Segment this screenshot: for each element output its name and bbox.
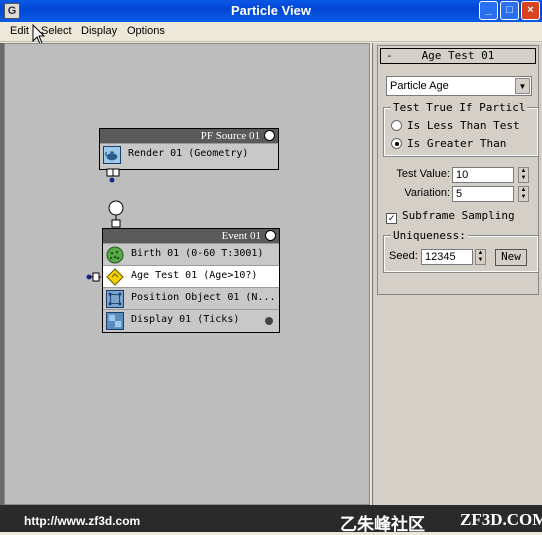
display-icon <box>106 312 124 330</box>
subframe-label: Subframe Sampling <box>402 209 515 222</box>
test-type-value: Particle Age <box>390 80 449 92</box>
age-test-rollout: - Age Test 01 Particle Age ▼ Test True I… <box>377 45 539 295</box>
radio-greater-than-label: Is Greater Than <box>407 137 507 150</box>
pf-source-title-text: PF Source 01 <box>200 130 260 142</box>
menu-bar: Edit Select Display Options <box>0 22 542 42</box>
menu-edit[interactable]: Edit <box>10 25 29 37</box>
maximize-button[interactable]: □ <box>500 1 519 20</box>
footer-brand-en: ZF3D.COM <box>460 510 542 529</box>
minimize-button[interactable]: _ <box>479 1 498 20</box>
title-bar[interactable]: G Particle View _ □ × <box>0 0 542 22</box>
operator-label-position-object: Position Object 01 (N... <box>131 292 276 303</box>
uniqueness-group: Uniqueness: Seed: 12345 ▲ ▼ New <box>383 229 539 273</box>
operator-row-position-object[interactable]: Position Object 01 (N... <box>103 287 279 309</box>
test-true-legend: Test True If Particl <box>391 101 528 114</box>
rollout-title: Age Test 01 <box>421 49 495 62</box>
operator-row-birth[interactable]: Birth 01 (0-60 T:3001) <box>103 243 279 265</box>
uniqueness-legend: Uniqueness: <box>391 229 468 242</box>
variation-field[interactable]: 5 <box>452 186 514 202</box>
pf-source-node[interactable]: PF Source 01 Render 01 (Geometry) <box>99 128 279 170</box>
radio-greater-than[interactable]: Is Greater Than <box>391 137 506 150</box>
radio-less-than-label: Is Less Than Test <box>407 119 520 132</box>
render-teapot-icon <box>103 146 121 164</box>
seed-label: Seed: <box>389 250 418 262</box>
operator-row-age-test[interactable]: Age Test 01 (Age>10?) <box>103 265 279 287</box>
rollout-header[interactable]: - Age Test 01 <box>380 48 536 64</box>
operator-row-display[interactable]: Display 01 (Ticks) <box>103 309 279 331</box>
lightbulb-icon[interactable] <box>265 230 276 241</box>
seed-field[interactable]: 12345 <box>421 249 473 265</box>
position-object-icon <box>106 290 124 308</box>
chevron-down-icon[interactable]: ▼ <box>515 78 530 94</box>
variation-spinner-arrows[interactable]: ▲ ▼ <box>518 186 529 202</box>
menu-display[interactable]: Display <box>81 25 117 37</box>
operator-label-display: Display 01 (Ticks) <box>131 314 240 325</box>
event-node[interactable]: Event 01 Birth 01 (0-60 T:3001) Age Test… <box>102 228 280 333</box>
test-type-dropdown[interactable]: Particle Age ▼ <box>386 76 532 96</box>
event-title[interactable]: Event 01 <box>103 229 279 243</box>
window-title: Particle View <box>231 3 311 18</box>
test-value-field[interactable]: 10 <box>452 167 514 183</box>
close-button[interactable]: × <box>521 1 540 20</box>
particle-view-canvas[interactable]: PF Source 01 Render 01 (Geometry) Event … <box>4 43 370 505</box>
event-title-text: Event 01 <box>221 230 261 242</box>
footer-brand-cn: 乙朱峰社区 <box>340 515 425 535</box>
test-true-group: Test True If Particl Is Less Than Test I… <box>383 101 539 157</box>
menu-options[interactable]: Options <box>127 25 165 37</box>
radio-greater-than-indicator[interactable] <box>391 138 402 149</box>
radio-less-than-indicator[interactable] <box>391 120 402 131</box>
test-value-label: Test Value: <box>396 168 450 180</box>
operator-label-birth: Birth 01 (0-60 T:3001) <box>131 248 264 259</box>
variation-label: Variation: <box>404 187 450 199</box>
subframe-sampling-checkbox[interactable]: ✓ Subframe Sampling <box>386 209 515 224</box>
operator-row-render[interactable]: Render 01 (Geometry) <box>100 143 278 165</box>
footer-bar: http://www.zf3d.com 乙朱峰社区 ZF3D.COM <box>0 505 542 535</box>
seed-spinner-arrows[interactable]: ▲ ▼ <box>475 249 486 265</box>
new-seed-button[interactable]: New <box>495 249 527 266</box>
age-test-diamond-icon <box>106 268 124 286</box>
operator-label-age-test: Age Test 01 (Age>10?) <box>131 270 258 281</box>
subframe-check-icon[interactable]: ✓ <box>386 213 397 224</box>
display-color-dot[interactable] <box>265 317 273 325</box>
footer-url[interactable]: http://www.zf3d.com <box>24 514 140 528</box>
lightbulb-icon[interactable] <box>264 130 275 141</box>
birth-icon <box>106 246 124 264</box>
parameters-panel: - Age Test 01 Particle Age ▼ Test True I… <box>372 43 542 505</box>
operator-label-render: Render 01 (Geometry) <box>128 148 249 159</box>
pf-source-title[interactable]: PF Source 01 <box>100 129 278 143</box>
radio-less-than[interactable]: Is Less Than Test <box>391 119 520 132</box>
test-value-spinner-arrows[interactable]: ▲ ▼ <box>518 167 529 183</box>
